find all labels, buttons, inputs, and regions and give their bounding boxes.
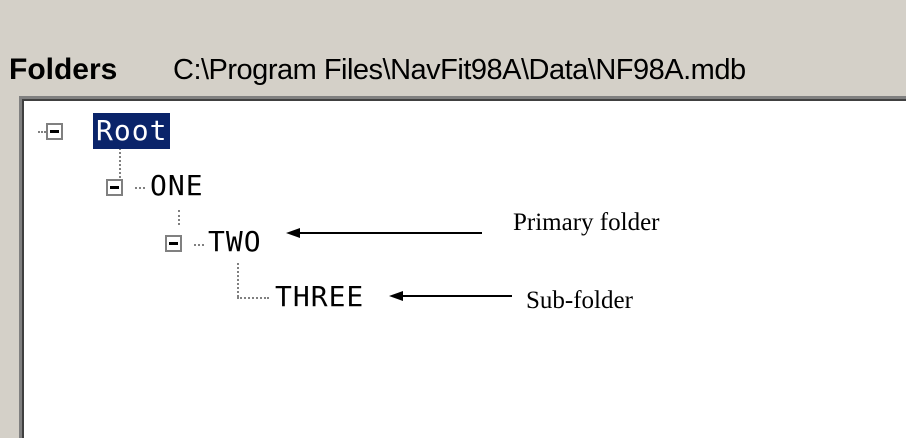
tree-line — [237, 263, 239, 297]
tree-line — [119, 148, 121, 178]
annotation-sub-folder: Sub-folder — [526, 287, 633, 314]
frame-edge-left — [22, 96, 24, 438]
folders-header: Folders C:\Program Files\NavFit98A\Data\… — [0, 0, 906, 96]
tree-node-label[interactable]: ONE — [150, 168, 204, 204]
tree-line — [135, 187, 145, 189]
annotation-arrow — [298, 232, 482, 234]
annotation-primary-folder: Primary folder — [513, 209, 660, 236]
minus-icon — [50, 130, 59, 133]
folders-label: Folders — [9, 53, 118, 86]
database-path: C:\Program Files\NavFit98A\Data\NF98A.md… — [173, 54, 746, 86]
minus-icon — [110, 186, 119, 189]
frame-edge-top — [22, 99, 906, 101]
collapse-icon[interactable] — [106, 179, 123, 196]
annotation-arrow — [401, 295, 512, 297]
tree-line — [178, 210, 180, 225]
tree-node-label[interactable]: THREE — [275, 279, 364, 315]
tree-line — [237, 297, 269, 299]
tree-node-label[interactable]: Root — [93, 113, 171, 149]
minus-icon — [169, 242, 178, 245]
folder-tree-window: Folders C:\Program Files\NavFit98A\Data\… — [0, 0, 906, 438]
tree-line — [194, 244, 204, 246]
tree-node-label[interactable]: TWO — [208, 224, 262, 260]
collapse-icon[interactable] — [46, 123, 63, 140]
tree-line — [38, 131, 46, 133]
left-frame — [0, 96, 19, 438]
collapse-icon[interactable] — [165, 235, 182, 252]
